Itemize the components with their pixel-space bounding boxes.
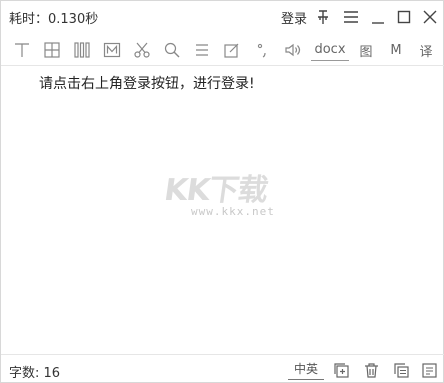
align-icon[interactable] — [191, 39, 213, 61]
markdown-icon[interactable] — [101, 39, 123, 61]
table-icon[interactable] — [41, 39, 63, 61]
text-format-icon[interactable] — [11, 39, 33, 61]
docx-button[interactable]: docx — [311, 39, 349, 61]
export-icon[interactable] — [419, 360, 439, 380]
image-button[interactable]: 图 — [357, 39, 375, 61]
watermark-url: www.kkx.net — [191, 205, 275, 218]
search-icon[interactable] — [161, 39, 183, 61]
trash-icon[interactable] — [361, 360, 381, 380]
watermark: KK下载 www.kkx.net — [159, 165, 289, 223]
m-button[interactable]: M — [387, 39, 405, 61]
add-copy-icon[interactable] — [331, 360, 351, 380]
login-button[interactable]: 登录 — [281, 8, 307, 27]
maximize-icon[interactable] — [394, 7, 414, 27]
speaker-icon[interactable] — [281, 39, 303, 61]
login-prompt: 请点击右上角登录按钮，进行登录! — [39, 76, 255, 92]
watermark-logo: KK下载 — [162, 173, 270, 208]
toolbar-divider — [1, 65, 444, 66]
pin-icon[interactable] — [313, 7, 333, 27]
elapsed-time: 耗时：0.130秒 — [9, 12, 99, 27]
copy-icon[interactable] — [391, 360, 411, 380]
minimize-icon[interactable] — [368, 7, 388, 27]
translate-button[interactable]: 译 — [417, 39, 435, 61]
scissors-icon[interactable] — [131, 39, 153, 61]
punctuation-icon[interactable] — [251, 39, 273, 61]
toolbar: docx 图 M 译 — [1, 37, 444, 63]
menu-icon[interactable] — [341, 7, 361, 27]
word-count: 字数: 16 — [9, 366, 61, 381]
title-bar: 耗时：0.130秒 登录 — [1, 1, 444, 33]
language-toggle[interactable]: 中英 — [288, 360, 324, 380]
app-window: 耗时：0.130秒 登录 docx 图 M 译 请点击右上角登录按钮，进行登录!… — [0, 0, 444, 383]
columns-icon[interactable] — [71, 39, 93, 61]
status-bar: 字数: 16 中英 — [1, 355, 444, 383]
edit-icon[interactable] — [221, 39, 243, 61]
close-icon[interactable] — [420, 7, 440, 27]
